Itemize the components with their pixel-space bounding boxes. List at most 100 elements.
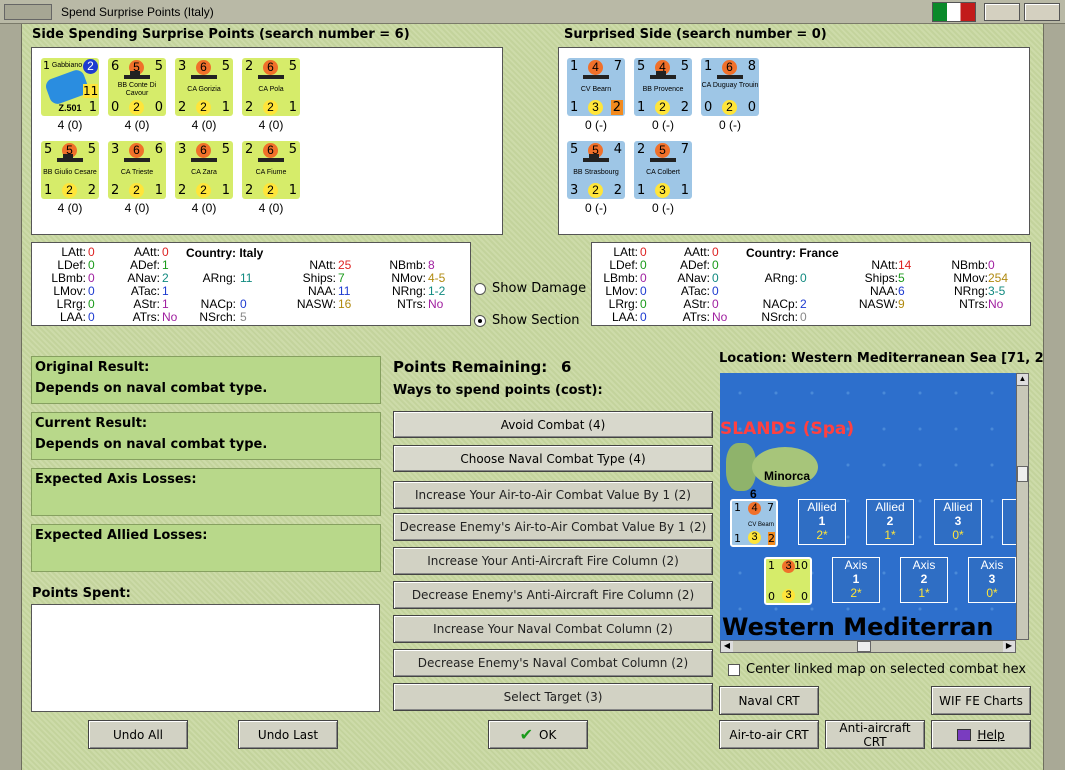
unit-counter-strasbourg[interactable]: 5 5 4 BB Strasbourg 3 2 2 xyxy=(567,141,625,199)
ways-to-spend-label: Ways to spend points (cost): xyxy=(393,383,603,398)
center-linked-map-label: Center linked map on selected combat hex xyxy=(746,662,1027,677)
right-border xyxy=(1043,24,1065,770)
minimize-button[interactable] xyxy=(984,3,1020,21)
cruiser-icon xyxy=(258,158,284,162)
italy-flag-icon xyxy=(932,2,976,22)
unit-damage-pola: 4 (0) xyxy=(258,118,284,132)
italy-stats-panel: LAtt: LDef: LBmb: LMov: LRrg: LAA: 000 000 A… xyxy=(31,242,471,326)
unit-counter-bearn[interactable]: 1 4 7 CV Bearn 1 3 2 xyxy=(567,58,625,116)
unit-damage-zara: 4 (0) xyxy=(191,201,217,215)
unit-damage-fiume: 4 (0) xyxy=(258,201,284,215)
cruiser-icon xyxy=(258,75,284,79)
unit-damage-giulio-cesare: 4 (0) xyxy=(57,201,83,215)
map-region-label: SLANDS (Spa) xyxy=(720,419,855,439)
unit-damage-conte-di-cavour: 4 (0) xyxy=(124,118,150,132)
expected-axis-losses-box: Expected Axis Losses: xyxy=(31,468,381,516)
map-sea-label: Western Mediterran xyxy=(722,613,994,640)
wif-fe-charts-button[interactable]: WIF FE Charts xyxy=(931,686,1031,715)
france-units-panel[interactable]: 1 4 7 CV Bearn 1 3 2 0 (-) 5 4 5 BB Prov… xyxy=(558,47,1030,235)
unit-damage-duguay-trouin: 0 (-) xyxy=(719,118,741,132)
horizontal-scroll-thumb[interactable] xyxy=(857,641,871,652)
allied-section-2[interactable]: Allied 2 1* xyxy=(866,499,914,545)
undo-last-button[interactable]: Undo Last xyxy=(238,720,338,749)
vertical-scroll-thumb[interactable] xyxy=(1017,466,1028,482)
unit-counter-gabbiano[interactable]: 1 Gabbiano 2 11 Z.501 1 xyxy=(41,58,99,116)
unit-damage-gorizia: 4 (0) xyxy=(191,118,217,132)
show-damage-radio[interactable] xyxy=(474,283,486,295)
ok-button[interactable]: ✔ OK xyxy=(488,720,588,749)
cruiser-icon xyxy=(124,158,150,162)
points-remaining-label: Points Remaining: xyxy=(393,358,548,376)
battleship-icon xyxy=(583,158,609,162)
points-spent-list[interactable] xyxy=(31,604,380,712)
undo-all-button[interactable]: Undo All xyxy=(88,720,188,749)
battleship-icon xyxy=(57,158,83,162)
cruiser-icon xyxy=(650,158,676,162)
linked-map[interactable]: SLANDS (Spa) Minorca Western Mediterran … xyxy=(720,373,1016,640)
window-menu-icon[interactable] xyxy=(4,4,52,20)
scroll-left-icon[interactable]: ◀ xyxy=(721,641,733,652)
air-to-air-crt-button[interactable]: Air-to-air CRT xyxy=(719,720,819,749)
cruiser-icon xyxy=(717,75,743,79)
unit-damage-trieste: 4 (0) xyxy=(124,201,150,215)
axis-section-3[interactable]: Axis 3 0* xyxy=(968,557,1016,603)
current-result-box: Current Result: Depends on naval combat … xyxy=(31,412,381,460)
carrier-icon xyxy=(583,75,609,79)
map-vertical-scrollbar[interactable]: ▲ xyxy=(1016,373,1029,640)
increase-naval-combat-button[interactable]: Increase Your Naval Combat Column (2) xyxy=(393,615,713,643)
cruiser-icon xyxy=(191,75,217,79)
select-target-button[interactable]: Select Target (3) xyxy=(393,683,713,711)
points-remaining-value: 6 xyxy=(561,358,572,376)
window-title: Spend Surprise Points (Italy) xyxy=(61,5,214,19)
decrease-enemy-naval-combat-button[interactable]: Decrease Enemy's Naval Combat Column (2) xyxy=(393,649,713,677)
title-bar[interactable]: Spend Surprise Points (Italy) xyxy=(0,0,1065,24)
points-spent-label: Points Spent: xyxy=(32,586,131,601)
unit-damage-strasbourg: 0 (-) xyxy=(585,201,607,215)
increase-anti-aircraft-button[interactable]: Increase Your Anti-Aircraft Fire Column … xyxy=(393,547,713,575)
axis-section-2[interactable]: Axis 2 1* xyxy=(900,557,948,603)
unit-counter-pola[interactable]: 2 6 5 CA Pola 2 2 1 xyxy=(242,58,300,116)
decrease-enemy-anti-aircraft-button[interactable]: Decrease Enemy's Anti-Aircraft Fire Colu… xyxy=(393,581,713,609)
avoid-combat-button[interactable]: Avoid Combat (4) xyxy=(393,411,713,438)
increase-air-to-air-button[interactable]: Increase Your Air-to-Air Combat Value By… xyxy=(393,481,713,509)
help-button[interactable]: Help xyxy=(931,720,1031,749)
choose-naval-combat-type-button[interactable]: Choose Naval Combat Type (4) xyxy=(393,445,713,472)
axis-section-1[interactable]: Axis 1 2* xyxy=(832,557,880,603)
unit-counter-zara[interactable]: 3 6 5 CA Zara 2 2 1 xyxy=(175,141,233,199)
allied-section-1[interactable]: Allied 1 2* xyxy=(798,499,846,545)
map-allied-counter[interactable]: 1 4 7 CV Bearn 1 3 2 xyxy=(730,499,778,547)
center-linked-map-checkbox[interactable] xyxy=(728,664,740,676)
map-axis-counter[interactable]: 1 3 10 0 3 0 xyxy=(764,557,812,605)
allied-section-3[interactable]: Allied 3 0* xyxy=(934,499,982,545)
unit-counter-giulio-cesare[interactable]: 5 5 5 BB Giulio Cesare 1 2 2 xyxy=(41,141,99,199)
decrease-enemy-air-to-air-button[interactable]: Decrease Enemy's Air-to-Air Combat Value… xyxy=(393,513,713,541)
anti-aircraft-crt-button[interactable]: Anti-aircraft CRT xyxy=(825,720,925,749)
map-minorca-label: Minorca xyxy=(764,469,811,483)
unit-counter-colbert[interactable]: 2 5 7 CA Colbert 1 3 1 xyxy=(634,141,692,199)
original-result-box: Original Result: Depends on naval combat… xyxy=(31,356,381,404)
unit-counter-trieste[interactable]: 3 6 6 CA Trieste 2 2 1 xyxy=(108,141,166,199)
left-border xyxy=(0,24,22,770)
italy-units-panel[interactable]: 1 Gabbiano 2 11 Z.501 1 4 (0) 6 5 5 BB C… xyxy=(31,47,503,235)
cruiser-icon xyxy=(191,158,217,162)
unit-counter-fiume[interactable]: 2 6 5 CA Fiume 2 2 1 xyxy=(242,141,300,199)
unit-counter-duguay-trouin[interactable]: 1 6 8 CA Duguay Trouin 0 2 0 xyxy=(701,58,759,116)
close-button[interactable] xyxy=(1024,3,1060,21)
scroll-right-icon[interactable]: ▶ xyxy=(1003,641,1015,652)
right-section-header: Surprised Side (search number = 0) xyxy=(564,27,827,42)
unit-counter-provence[interactable]: 5 4 5 BB Provence 1 2 2 xyxy=(634,58,692,116)
unit-damage-bearn: 0 (-) xyxy=(585,118,607,132)
map-horizontal-scrollbar[interactable]: ◀ ▶ xyxy=(720,640,1016,653)
show-section-radio[interactable] xyxy=(474,315,486,327)
show-section-label: Show Section xyxy=(492,313,580,328)
unit-counter-gorizia[interactable]: 3 6 5 CA Gorizia 2 2 1 xyxy=(175,58,233,116)
expected-allied-losses-box: Expected Allied Losses: xyxy=(31,524,381,572)
naval-crt-button[interactable]: Naval CRT xyxy=(719,686,819,715)
unit-damage-provence: 0 (-) xyxy=(652,118,674,132)
unit-damage-gabbiano: 4 (0) xyxy=(57,118,83,132)
checkmark-icon: ✔ xyxy=(519,725,534,744)
scroll-up-icon[interactable]: ▲ xyxy=(1017,374,1028,386)
unit-counter-conte-di-cavour[interactable]: 6 5 5 BB Conte Di Cavour 0 2 0 xyxy=(108,58,166,116)
map-location-label: Location: Western Mediterranean Sea [71,… xyxy=(719,351,1044,366)
allied-section-4-partial[interactable] xyxy=(1002,499,1016,545)
